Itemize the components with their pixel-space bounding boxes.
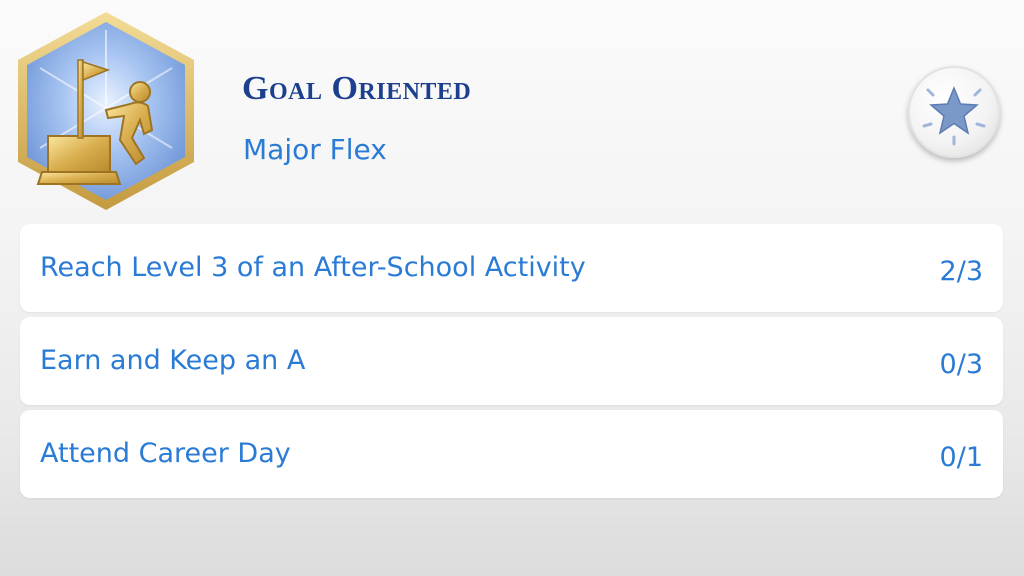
goal-progress: 0/1 <box>939 442 983 473</box>
aspiration-badge-icon <box>12 8 200 214</box>
goal-row[interactable]: Attend Career Day 0/1 <box>20 410 1003 498</box>
goal-row[interactable]: Reach Level 3 of an After-School Activit… <box>20 224 1003 312</box>
goal-row[interactable]: Earn and Keep an A 0/3 <box>20 317 1003 405</box>
reward-button[interactable] <box>908 66 1000 158</box>
aspiration-subtitle: Major Flex <box>243 133 387 166</box>
climber-on-summit-flag-icon <box>18 12 194 210</box>
goal-label: Earn and Keep an A <box>40 345 306 376</box>
goal-progress: 2/3 <box>939 256 983 287</box>
star-icon <box>922 86 986 146</box>
goal-label: Attend Career Day <box>40 438 291 469</box>
aspiration-title: Goal Oriented <box>242 70 472 107</box>
goal-list: Reach Level 3 of an After-School Activit… <box>20 224 1003 503</box>
goal-label: Reach Level 3 of an After-School Activit… <box>40 252 586 283</box>
aspiration-header: Goal Oriented Major Flex <box>0 0 1024 220</box>
goal-progress: 0/3 <box>939 349 983 380</box>
